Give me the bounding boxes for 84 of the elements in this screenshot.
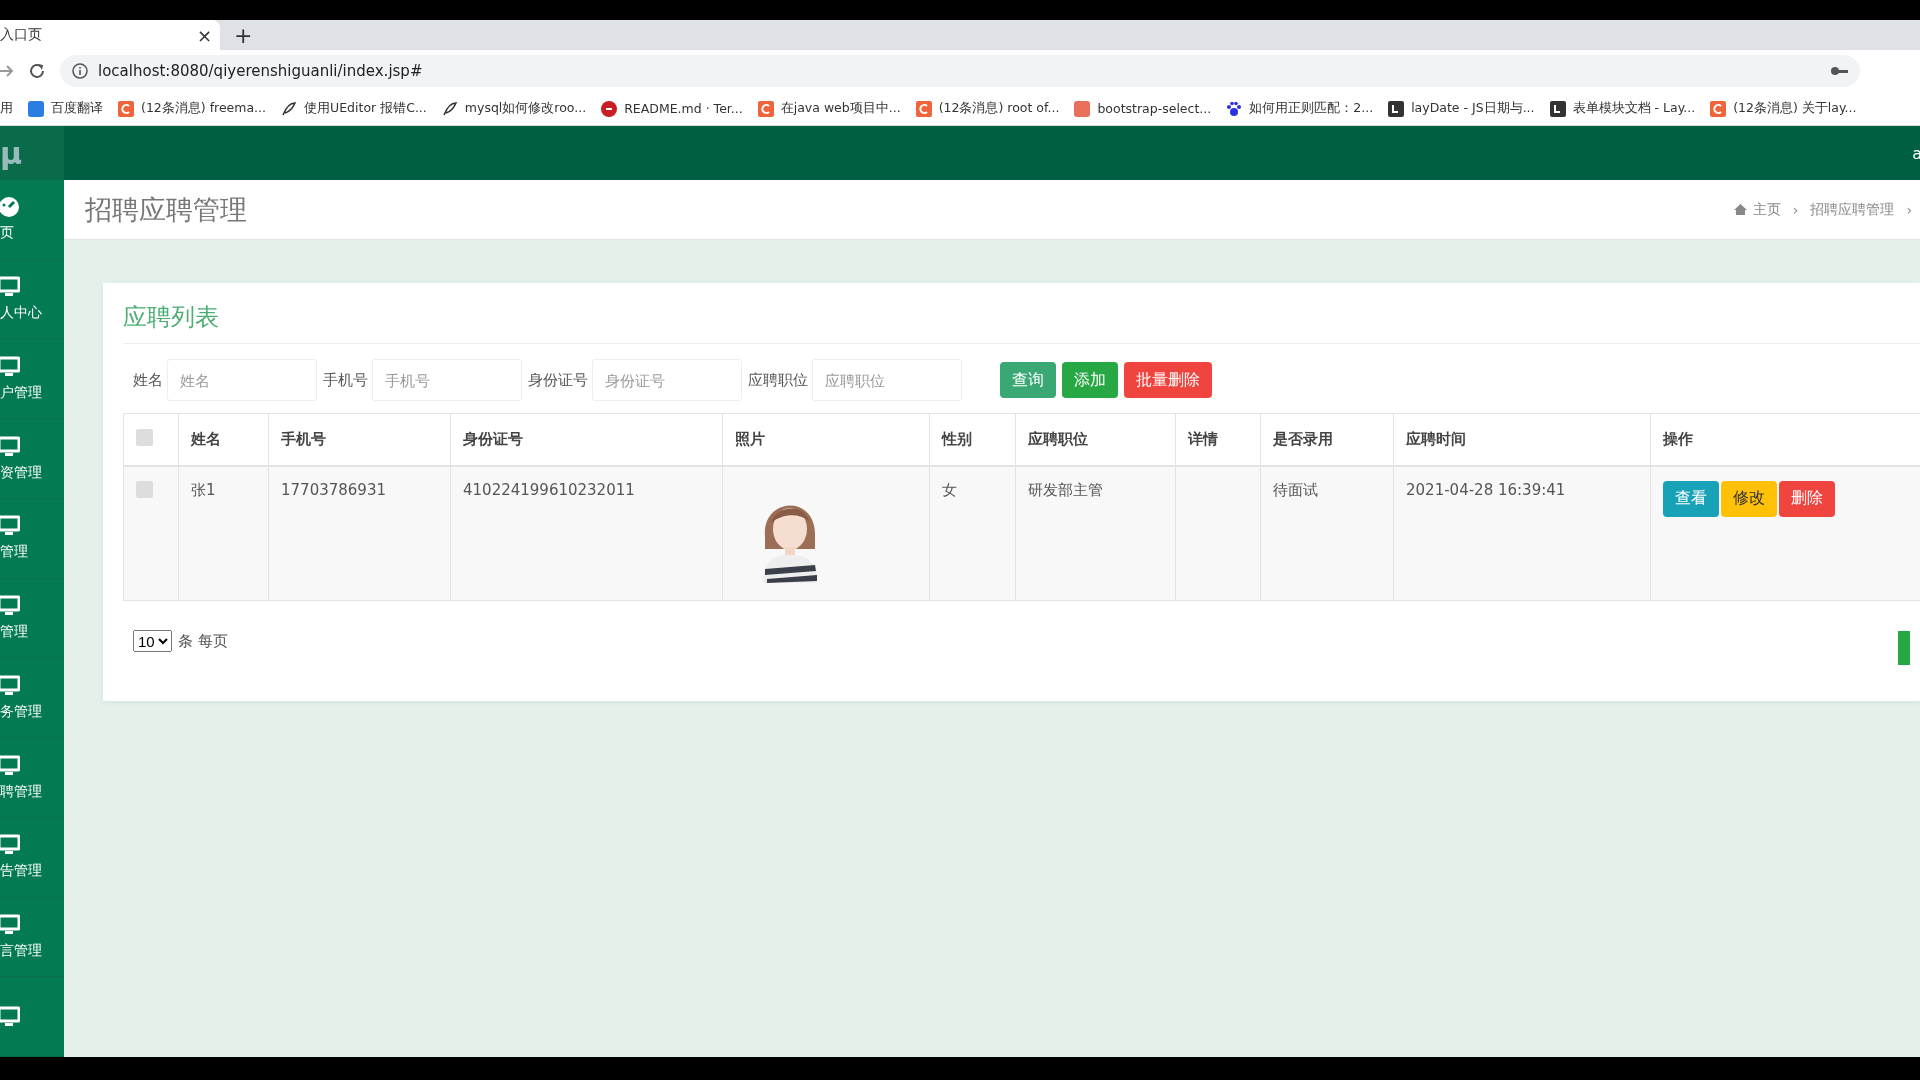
new-tab-button[interactable]: + bbox=[234, 22, 253, 48]
address-bar[interactable]: localhost:8080/qiyerenshiguanli/index.jsp# bbox=[60, 55, 1860, 87]
feather-icon bbox=[281, 100, 298, 117]
breadcrumb-link[interactable]: 招聘应聘管理 bbox=[1810, 200, 1895, 219]
table-cell: 研发部主管 bbox=[1028, 480, 1103, 499]
filter-label: 身份证号 bbox=[528, 370, 588, 390]
column-header: 是否录用 bbox=[1260, 413, 1394, 466]
bookmark[interactable]: layDate - JS日期与... bbox=[1388, 100, 1535, 117]
site-icon bbox=[118, 100, 134, 117]
browser-tab[interactable]: 入口页 × bbox=[0, 20, 220, 50]
bookmark[interactable]: README.md · Ter... bbox=[601, 100, 743, 117]
column-header: 姓名 bbox=[178, 413, 269, 466]
per-page-label: 条 每页 bbox=[178, 631, 228, 651]
column-header: 应聘时间 bbox=[1393, 413, 1651, 466]
feather-icon bbox=[441, 100, 458, 117]
monitor-icon bbox=[0, 754, 20, 777]
bookmark[interactable]: 使用UEditor 报错C... bbox=[281, 100, 427, 117]
table-cell: 2021-04-28 16:39:41 bbox=[1406, 480, 1566, 499]
bookmark[interactable]: 表单模块文档 - Lay... bbox=[1549, 100, 1696, 117]
monitor-icon bbox=[0, 595, 20, 618]
search-field[interactable]: 身份证号 bbox=[592, 359, 742, 401]
breadcrumb-separator: › bbox=[1792, 201, 1799, 218]
bookmark[interactable]: bootstrap-select... bbox=[1074, 100, 1212, 117]
paw-icon bbox=[1226, 100, 1243, 117]
bookmark[interactable]: mysql如何修改roo... bbox=[441, 100, 587, 117]
site-icon bbox=[1549, 100, 1566, 117]
monitor-icon bbox=[0, 674, 20, 697]
filter-label: 手机号 bbox=[323, 370, 368, 390]
site-icon bbox=[1388, 100, 1405, 117]
search-field[interactable]: 姓名 bbox=[167, 359, 317, 401]
monitor-icon bbox=[0, 834, 20, 857]
user-name[interactable]: a bbox=[1912, 143, 1920, 163]
monitor-icon bbox=[0, 276, 20, 299]
monitor-icon bbox=[0, 435, 20, 458]
bookmark[interactable]: 用 bbox=[0, 100, 13, 117]
close-tab-button[interactable]: × bbox=[196, 24, 212, 46]
translate-icon bbox=[28, 100, 44, 117]
column-header: 照片 bbox=[722, 413, 930, 466]
checkbox[interactable] bbox=[136, 480, 153, 498]
key-icon[interactable] bbox=[1830, 65, 1848, 77]
site-icon bbox=[915, 100, 932, 117]
page-size-select[interactable]: 10 bbox=[133, 630, 172, 652]
filter-label: 姓名 bbox=[133, 370, 163, 390]
breadcrumb-link[interactable]: 主页 bbox=[1733, 200, 1781, 219]
column-header: 性别 bbox=[929, 413, 1016, 466]
monitor-icon bbox=[0, 913, 20, 936]
site-icon bbox=[1710, 100, 1727, 117]
site-icon bbox=[1074, 100, 1091, 117]
bookmark[interactable]: (12条消息) freema... bbox=[118, 100, 267, 117]
column-header: 应聘职位 bbox=[1015, 413, 1176, 466]
card-title: 应聘列表 bbox=[123, 301, 1920, 344]
table-cell: 410224199610232011 bbox=[463, 480, 635, 499]
logo: μ bbox=[0, 126, 64, 180]
edit-button[interactable]: 修改 bbox=[1721, 480, 1777, 517]
column-header: 详情 bbox=[1175, 413, 1261, 466]
site-icon bbox=[601, 100, 618, 117]
search-field[interactable]: 应聘职位 bbox=[812, 359, 962, 401]
monitor-icon bbox=[0, 355, 20, 378]
info-icon bbox=[72, 63, 88, 79]
filter-label: 应聘职位 bbox=[748, 370, 808, 390]
reload-icon[interactable] bbox=[28, 62, 46, 80]
home-icon bbox=[1733, 204, 1747, 215]
column-header: 操作 bbox=[1650, 413, 1920, 466]
site-icon bbox=[757, 100, 774, 117]
column-header: 身份证号 bbox=[450, 413, 723, 466]
bookmark[interactable]: 百度翻译 bbox=[28, 100, 103, 117]
table-cell: 17703786931 bbox=[281, 480, 386, 499]
delete-button[interactable]: 删除 bbox=[1779, 480, 1835, 517]
monitor-icon bbox=[0, 515, 20, 538]
search-field[interactable]: 手机号 bbox=[372, 359, 522, 401]
bookmark[interactable]: 在java web项目中... bbox=[757, 100, 901, 117]
delete-button[interactable]: 批量删除 bbox=[1124, 362, 1212, 398]
page-title: 招聘应聘管理 bbox=[85, 192, 247, 227]
table-cell: 女 bbox=[942, 480, 957, 499]
monitor-icon bbox=[0, 1005, 20, 1028]
checkbox[interactable] bbox=[136, 428, 153, 446]
bookmark[interactable]: 如何用正则匹配：2... bbox=[1226, 100, 1374, 117]
bookmark[interactable]: (12条消息) 关于lay... bbox=[1710, 100, 1857, 117]
table-cell: 张1 bbox=[191, 480, 216, 499]
forward-icon[interactable] bbox=[0, 63, 14, 79]
bookmark[interactable]: (12条消息) root of... bbox=[915, 100, 1060, 117]
column-header: 手机号 bbox=[268, 413, 451, 466]
table-cell: 待面试 bbox=[1273, 480, 1318, 499]
breadcrumb-separator: › bbox=[1906, 201, 1912, 218]
